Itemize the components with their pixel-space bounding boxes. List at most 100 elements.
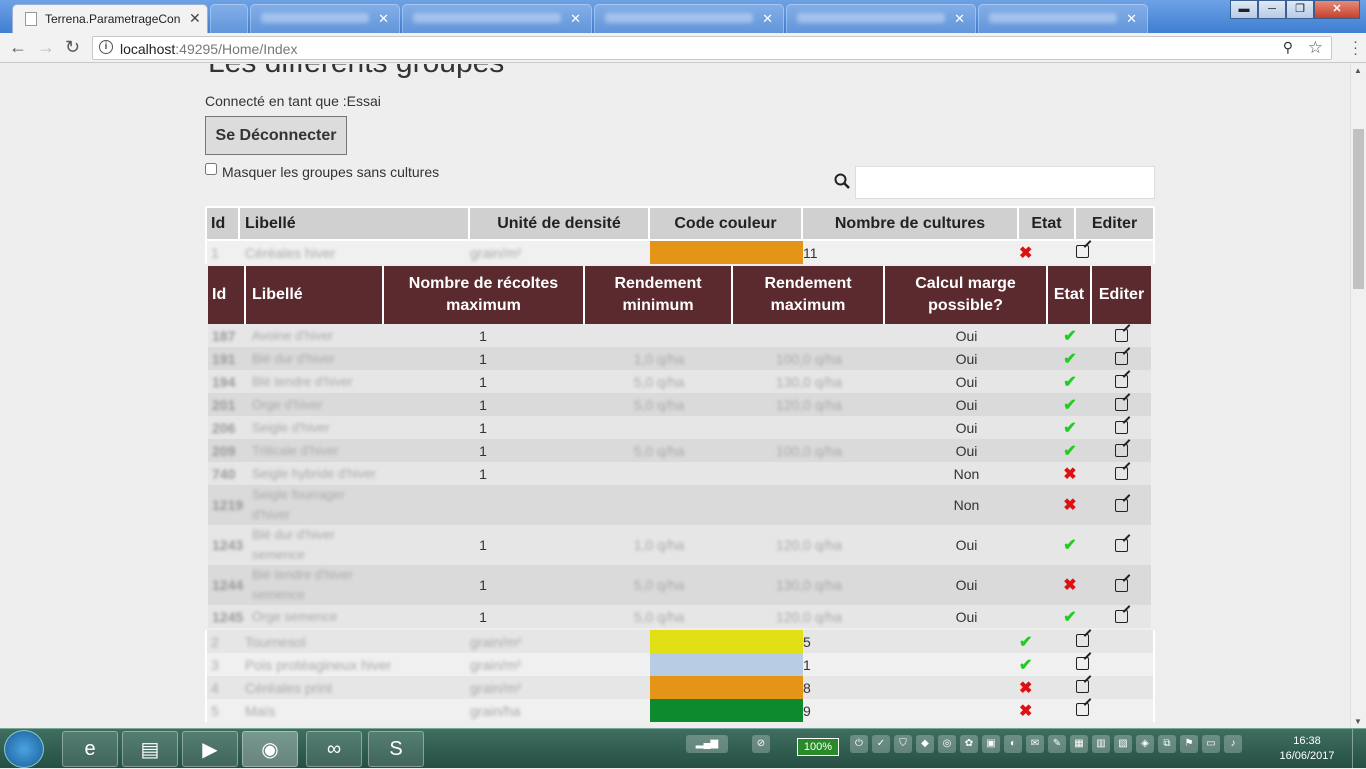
scroll-down-icon[interactable]: ▼ [1354, 717, 1362, 726]
minimize-icon[interactable]: ─ [1258, 0, 1286, 19]
culture-edit-button[interactable] [1092, 538, 1151, 552]
edit-icon[interactable] [1115, 498, 1128, 512]
culture-edit-button[interactable] [1092, 467, 1151, 480]
page-scrollbar[interactable]: ▲ ▼ [1350, 64, 1366, 728]
sub-col-header-etat[interactable]: Etat [1048, 266, 1092, 324]
tray-icon[interactable]: ⚑ [1180, 735, 1198, 753]
edit-icon[interactable] [1115, 467, 1128, 480]
explorer-icon[interactable]: ▤ [122, 731, 178, 767]
culture-row[interactable]: 206 Seigle d'hiver 1 Oui ✔ [208, 416, 1151, 439]
close-tab-icon[interactable]: ✕ [189, 10, 201, 27]
edit-icon[interactable] [1076, 656, 1089, 670]
edit-icon[interactable] [1115, 610, 1128, 623]
edit-icon[interactable] [1115, 421, 1128, 434]
culture-edit-button[interactable] [1092, 375, 1151, 388]
culture-row[interactable]: 1243 Blé dur d'hiver semence 1 1,0 q/ha 120,… [208, 525, 1151, 565]
tray-icon[interactable]: ◐ [1004, 735, 1022, 753]
tray-icon[interactable]: ✎ [1048, 735, 1066, 753]
culture-edit-button[interactable] [1092, 398, 1151, 411]
sub-col-header-rendement-min[interactable]: Rendement minimum [585, 266, 733, 324]
edit-icon[interactable] [1076, 633, 1089, 647]
culture-row[interactable]: 201 Orge d'hiver 1 5,0 q/ha 120,0 q/ha Oui ✔ [208, 393, 1151, 416]
group-row[interactable]: 3 Pois protéagineux hiver grain/m² 1 ✔ [205, 653, 1155, 676]
group-row[interactable]: 4 Céréales print grain/m² 8 ✖ [205, 676, 1155, 699]
battery-indicator[interactable]: 100% [797, 738, 839, 756]
edit-icon[interactable] [1076, 244, 1089, 258]
col-header-nb-cultures[interactable]: Nombre de cultures [803, 208, 1019, 239]
tab-inactive[interactable]: ✕ [786, 4, 976, 33]
chrome-icon[interactable]: ◉ [242, 731, 298, 767]
tray-icon[interactable]: ⧉ [1158, 735, 1176, 753]
sub-col-header-recoltes[interactable]: Nombre de récoltes maximum [384, 266, 585, 324]
col-header-id[interactable]: Id [207, 208, 240, 239]
group-edit-button[interactable] [1076, 244, 1153, 261]
group-row[interactable]: 1 Céréales hiver grain/m² 11 ✖ [205, 241, 1155, 264]
group-edit-button[interactable] [1076, 656, 1153, 673]
tab-inactive[interactable]: ✕ [402, 4, 592, 33]
edit-icon[interactable] [1115, 329, 1128, 342]
info-icon[interactable]: i [99, 40, 113, 54]
tab-inactive[interactable]: ✕ [250, 4, 400, 33]
culture-edit-button[interactable] [1092, 578, 1151, 592]
tab-inactive[interactable]: ✕ [594, 4, 784, 33]
edit-icon[interactable] [1115, 578, 1128, 592]
culture-edit-button[interactable] [1092, 498, 1151, 512]
culture-row[interactable]: 209 Triticale d'hiver 1 5,0 q/ha 100,0 q/ha O… [208, 439, 1151, 462]
tray-icon[interactable]: ◎ [938, 735, 956, 753]
group-row[interactable]: 5 Maïs grain/ha 9 ✖ [205, 699, 1155, 722]
col-header-editer[interactable]: Editer [1076, 208, 1153, 239]
tray-icon[interactable]: ▥ [1092, 735, 1110, 753]
col-header-etat[interactable]: Etat [1019, 208, 1076, 239]
tab-inactive[interactable]: ✕ [978, 4, 1148, 33]
group-edit-button[interactable] [1076, 679, 1153, 696]
col-header-unite[interactable]: Unité de densité [470, 208, 650, 239]
tray-icon[interactable]: ▣ [982, 735, 1000, 753]
culture-row[interactable]: 1245 Orge semence 1 5,0 q/ha 120,0 q/ha Oui ✔ [208, 605, 1151, 628]
culture-row[interactable]: 1244 Blé tendre d'hiver semence 1 5,0 q/ha 1… [208, 565, 1151, 605]
culture-edit-button[interactable] [1092, 444, 1151, 457]
search-input[interactable] [855, 166, 1155, 199]
group-edit-button[interactable] [1076, 702, 1153, 719]
logout-button[interactable]: Se Déconnecter [205, 116, 347, 155]
culture-row[interactable]: 740 Seigle hybride d'hiver 1 Non ✖ [208, 462, 1151, 485]
sub-col-header-id[interactable]: Id [208, 266, 246, 324]
edit-icon[interactable] [1115, 352, 1128, 365]
start-button[interactable] [4, 730, 44, 768]
network-icon[interactable]: ⊘ [752, 735, 770, 753]
sub-col-header-rendement-max[interactable]: Rendement maximum [733, 266, 885, 324]
back-icon[interactable]: ← [9, 37, 27, 58]
volume-icon[interactable]: ♪ [1224, 735, 1242, 753]
media-player-icon[interactable]: ▶ [182, 731, 238, 767]
culture-row[interactable]: 187 Avoine d'hiver 1 Oui ✔ [208, 324, 1151, 347]
tray-icon[interactable]: ⛉ [894, 735, 912, 753]
culture-edit-button[interactable] [1092, 329, 1151, 342]
ie-icon[interactable]: e [62, 731, 118, 767]
culture-edit-button[interactable] [1092, 610, 1151, 623]
address-bar[interactable]: i localhost:49295/Home/Index ⚲ ☆ [92, 36, 1332, 60]
culture-row[interactable]: 194 Blé tendre d'hiver 1 5,0 q/ha 130,0 q/ha… [208, 370, 1151, 393]
culture-row[interactable]: 191 Blé dur d'hiver 1 1,0 q/ha 100,0 q/ha Oui… [208, 347, 1151, 370]
reload-icon[interactable]: ↻ [65, 37, 80, 58]
hide-groups-toggle[interactable]: Masquer les groupes sans cultures [205, 163, 439, 180]
extension-icon[interactable]: ⚲ [1283, 39, 1293, 56]
tray-icon[interactable]: ✉ [1026, 735, 1044, 753]
sub-col-header-libelle[interactable]: Libellé [246, 266, 384, 324]
edit-icon[interactable] [1076, 679, 1089, 693]
edit-icon[interactable] [1115, 398, 1128, 411]
scroll-up-icon[interactable]: ▲ [1354, 66, 1362, 75]
tray-icon[interactable]: ✓ [872, 735, 890, 753]
signal-icon[interactable]: ▂▄▆ [686, 735, 728, 753]
tray-icon[interactable]: ▦ [1070, 735, 1088, 753]
tab-active[interactable]: Terrena.ParametrageCon ✕ [12, 4, 208, 33]
profile-icon[interactable]: ▬ [1230, 0, 1258, 19]
maximize-icon[interactable]: ❐ [1286, 0, 1314, 19]
tray-icon[interactable]: ◆ [916, 735, 934, 753]
edit-icon[interactable] [1076, 702, 1089, 716]
new-tab-button[interactable] [210, 4, 248, 33]
tray-icon[interactable]: ✿ [960, 735, 978, 753]
col-header-libelle[interactable]: Libellé [240, 208, 470, 239]
sub-col-header-calcul-marge[interactable]: Calcul marge possible? [885, 266, 1048, 324]
culture-edit-button[interactable] [1092, 352, 1151, 365]
edit-icon[interactable] [1115, 444, 1128, 457]
clock[interactable]: 16:38 16/06/2017 [1275, 734, 1339, 764]
